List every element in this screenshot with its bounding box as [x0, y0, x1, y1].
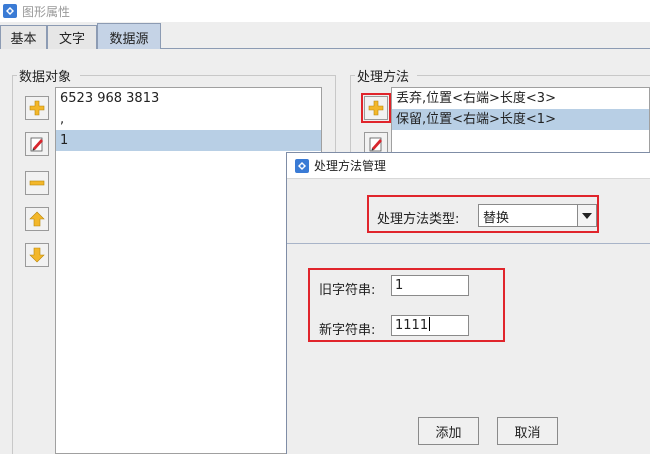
new-string-input[interactable]: 1111 [391, 315, 469, 336]
list-item[interactable]: 丢弃,位置<右端>长度<3> [392, 88, 649, 109]
edit-icon [369, 137, 382, 152]
add-icon [29, 100, 45, 116]
method-type-label: 处理方法类型: [377, 212, 460, 227]
list-item[interactable]: 保留,位置<右端>长度<1> [392, 109, 649, 130]
old-string-input[interactable]: 1 [391, 275, 469, 296]
list-item[interactable]: , [56, 109, 321, 130]
data-object-move-up-button[interactable] [25, 207, 49, 231]
data-object-edit-button[interactable] [25, 132, 49, 156]
remove-icon [29, 180, 45, 186]
move-up-icon [29, 211, 45, 227]
app-logo-icon [295, 158, 309, 173]
processing-group-label: 处理方法 [357, 70, 410, 85]
data-object-group-label: 数据对象 [19, 70, 72, 85]
method-type-value: 替换 [483, 211, 510, 226]
data-object-list[interactable]: 6523 968 3813 , 1 [55, 87, 322, 454]
list-item[interactable]: 6523 968 3813 [56, 88, 321, 109]
add-icon [368, 100, 384, 116]
tab-data-source[interactable]: 数据源 [97, 23, 161, 50]
tab-basic[interactable]: 基本 [0, 25, 47, 49]
cancel-button[interactable]: 取消 [497, 417, 558, 445]
dialog-title: 处理方法管理 [314, 159, 387, 173]
old-string-value: 1 [395, 278, 404, 293]
window-title: 图形属性 [22, 4, 71, 19]
processing-method-dialog: 处理方法管理 处理方法类型: 替换 旧字符串: 1 新字符串: 1111 添加 … [286, 152, 650, 454]
processing-add-button[interactable] [361, 93, 391, 123]
add-button[interactable]: 添加 [418, 417, 479, 445]
data-object-move-down-button[interactable] [25, 243, 49, 267]
text-caret [429, 317, 431, 331]
data-object-add-button[interactable] [25, 96, 49, 120]
move-down-icon [29, 247, 45, 263]
group-border [417, 75, 650, 76]
app-logo-icon [3, 4, 17, 18]
old-string-label: 旧字符串: [319, 283, 376, 298]
group-border [12, 75, 13, 454]
group-border [80, 75, 335, 76]
chevron-down-icon[interactable] [577, 205, 596, 226]
data-object-remove-button[interactable] [25, 171, 49, 195]
edit-icon [30, 137, 43, 152]
new-string-value: 1111 [395, 318, 429, 333]
window-titlebar: 图形属性 [0, 0, 650, 22]
list-item[interactable]: 1 [56, 130, 321, 151]
new-string-label: 新字符串: [319, 323, 376, 338]
tab-text[interactable]: 文字 [47, 25, 97, 49]
dialog-titlebar: 处理方法管理 [287, 153, 650, 179]
dialog-separator [287, 243, 650, 244]
tab-bar: 基本 文字 数据源 [0, 22, 650, 50]
method-type-select[interactable]: 替换 [478, 204, 597, 227]
